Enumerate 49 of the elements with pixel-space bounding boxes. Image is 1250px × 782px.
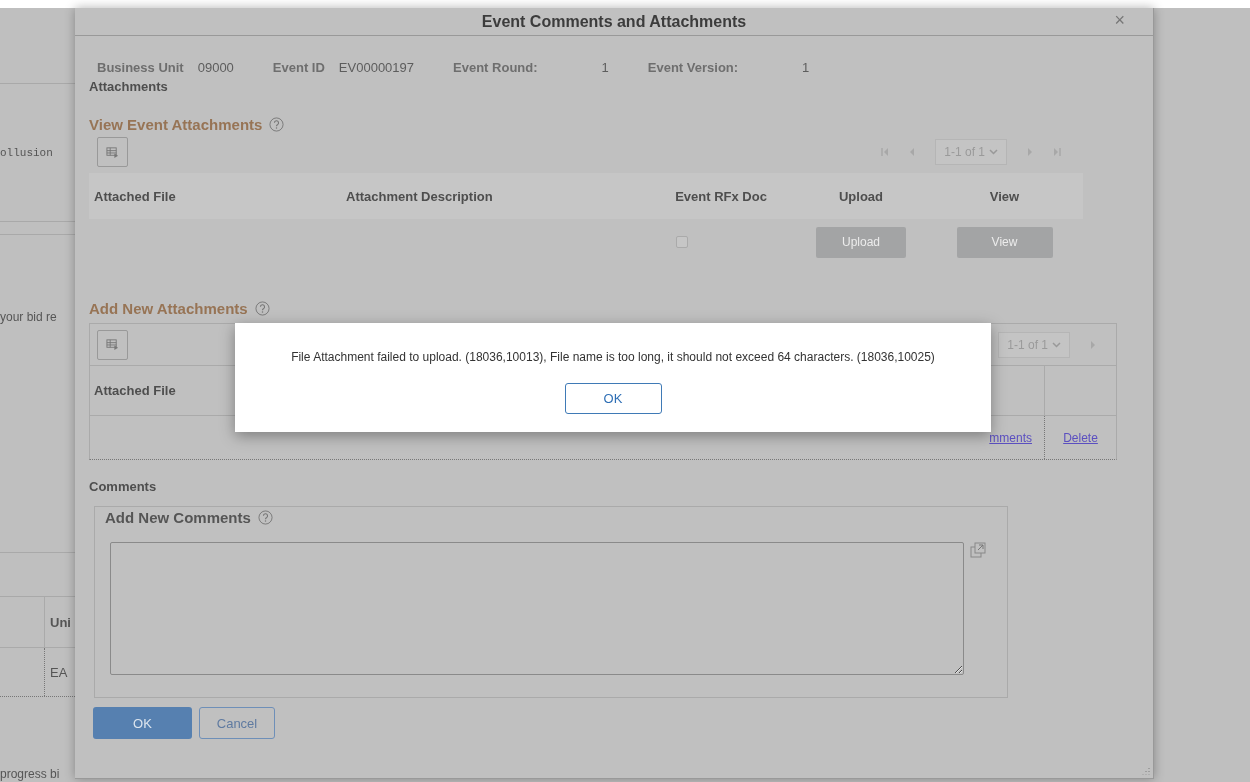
- table-arrow-icon: [106, 145, 119, 159]
- section-heading: Comments: [89, 479, 158, 494]
- ok-button[interactable]: OK: [93, 707, 192, 739]
- field-label: Event Round:: [453, 60, 538, 75]
- page-text: your bid re: [0, 310, 57, 324]
- column-header: View: [988, 188, 1021, 204]
- dialog-title: Event Comments and Attachments: [481, 12, 747, 31]
- table-cell-text: EA: [49, 664, 68, 680]
- delete-link[interactable]: Delete: [1063, 430, 1098, 445]
- help-icon[interactable]: [254, 301, 270, 316]
- field-label: Event Version:: [647, 60, 739, 75]
- resize-grip-icon[interactable]: [1142, 767, 1150, 775]
- section-title: Add New Attachments: [89, 300, 248, 317]
- field-value: 09000: [197, 60, 234, 75]
- chevron-down-icon: [1052, 341, 1061, 348]
- field-value: 1: [601, 60, 609, 75]
- help-icon[interactable]: [269, 117, 285, 132]
- section-heading: Attachments: [89, 79, 169, 94]
- column-header: Uni: [49, 614, 71, 630]
- column-header: Attached File: [93, 188, 177, 204]
- column-header: Upload: [837, 188, 885, 204]
- grid-export-button[interactable]: [97, 137, 128, 167]
- column-header: Event RFx Doc: [674, 188, 768, 204]
- comments-textarea[interactable]: [110, 542, 964, 675]
- cancel-button[interactable]: Cancel: [199, 707, 275, 739]
- column-header: Attachment Description: [346, 188, 494, 204]
- last-page-icon[interactable]: [1053, 147, 1061, 157]
- section-title: View Event Attachments: [89, 116, 263, 133]
- comments-link[interactable]: mments: [989, 430, 1032, 445]
- next-page-icon[interactable]: [1090, 339, 1096, 350]
- table-arrow-icon: [106, 338, 119, 351]
- field-value: 1: [802, 60, 810, 75]
- field-label: Business Unit: [97, 60, 184, 75]
- group-title: Add New Comments: [105, 509, 251, 526]
- field-label: Event ID: [272, 60, 325, 75]
- expand-icon[interactable]: [970, 542, 986, 558]
- page-text: ollusion: [0, 146, 53, 159]
- first-page-icon[interactable]: [881, 147, 890, 157]
- grid-export-button[interactable]: [97, 329, 128, 360]
- error-message: File Attachment failed to upload. (18036,10013), File name is too long, it should not exceed 64 characters. (18036,10025): [291, 350, 935, 364]
- chevron-down-icon: [989, 149, 998, 155]
- close-button[interactable]: ×: [1110, 10, 1129, 31]
- previous-page-icon[interactable]: [909, 147, 916, 157]
- ok-button[interactable]: OK: [564, 383, 662, 414]
- next-page-icon[interactable]: [1027, 147, 1033, 157]
- help-icon[interactable]: [257, 510, 273, 525]
- column-header: Attached File: [93, 382, 177, 400]
- page-text: progress bi: [0, 767, 60, 781]
- field-value: EV00000197: [338, 60, 415, 75]
